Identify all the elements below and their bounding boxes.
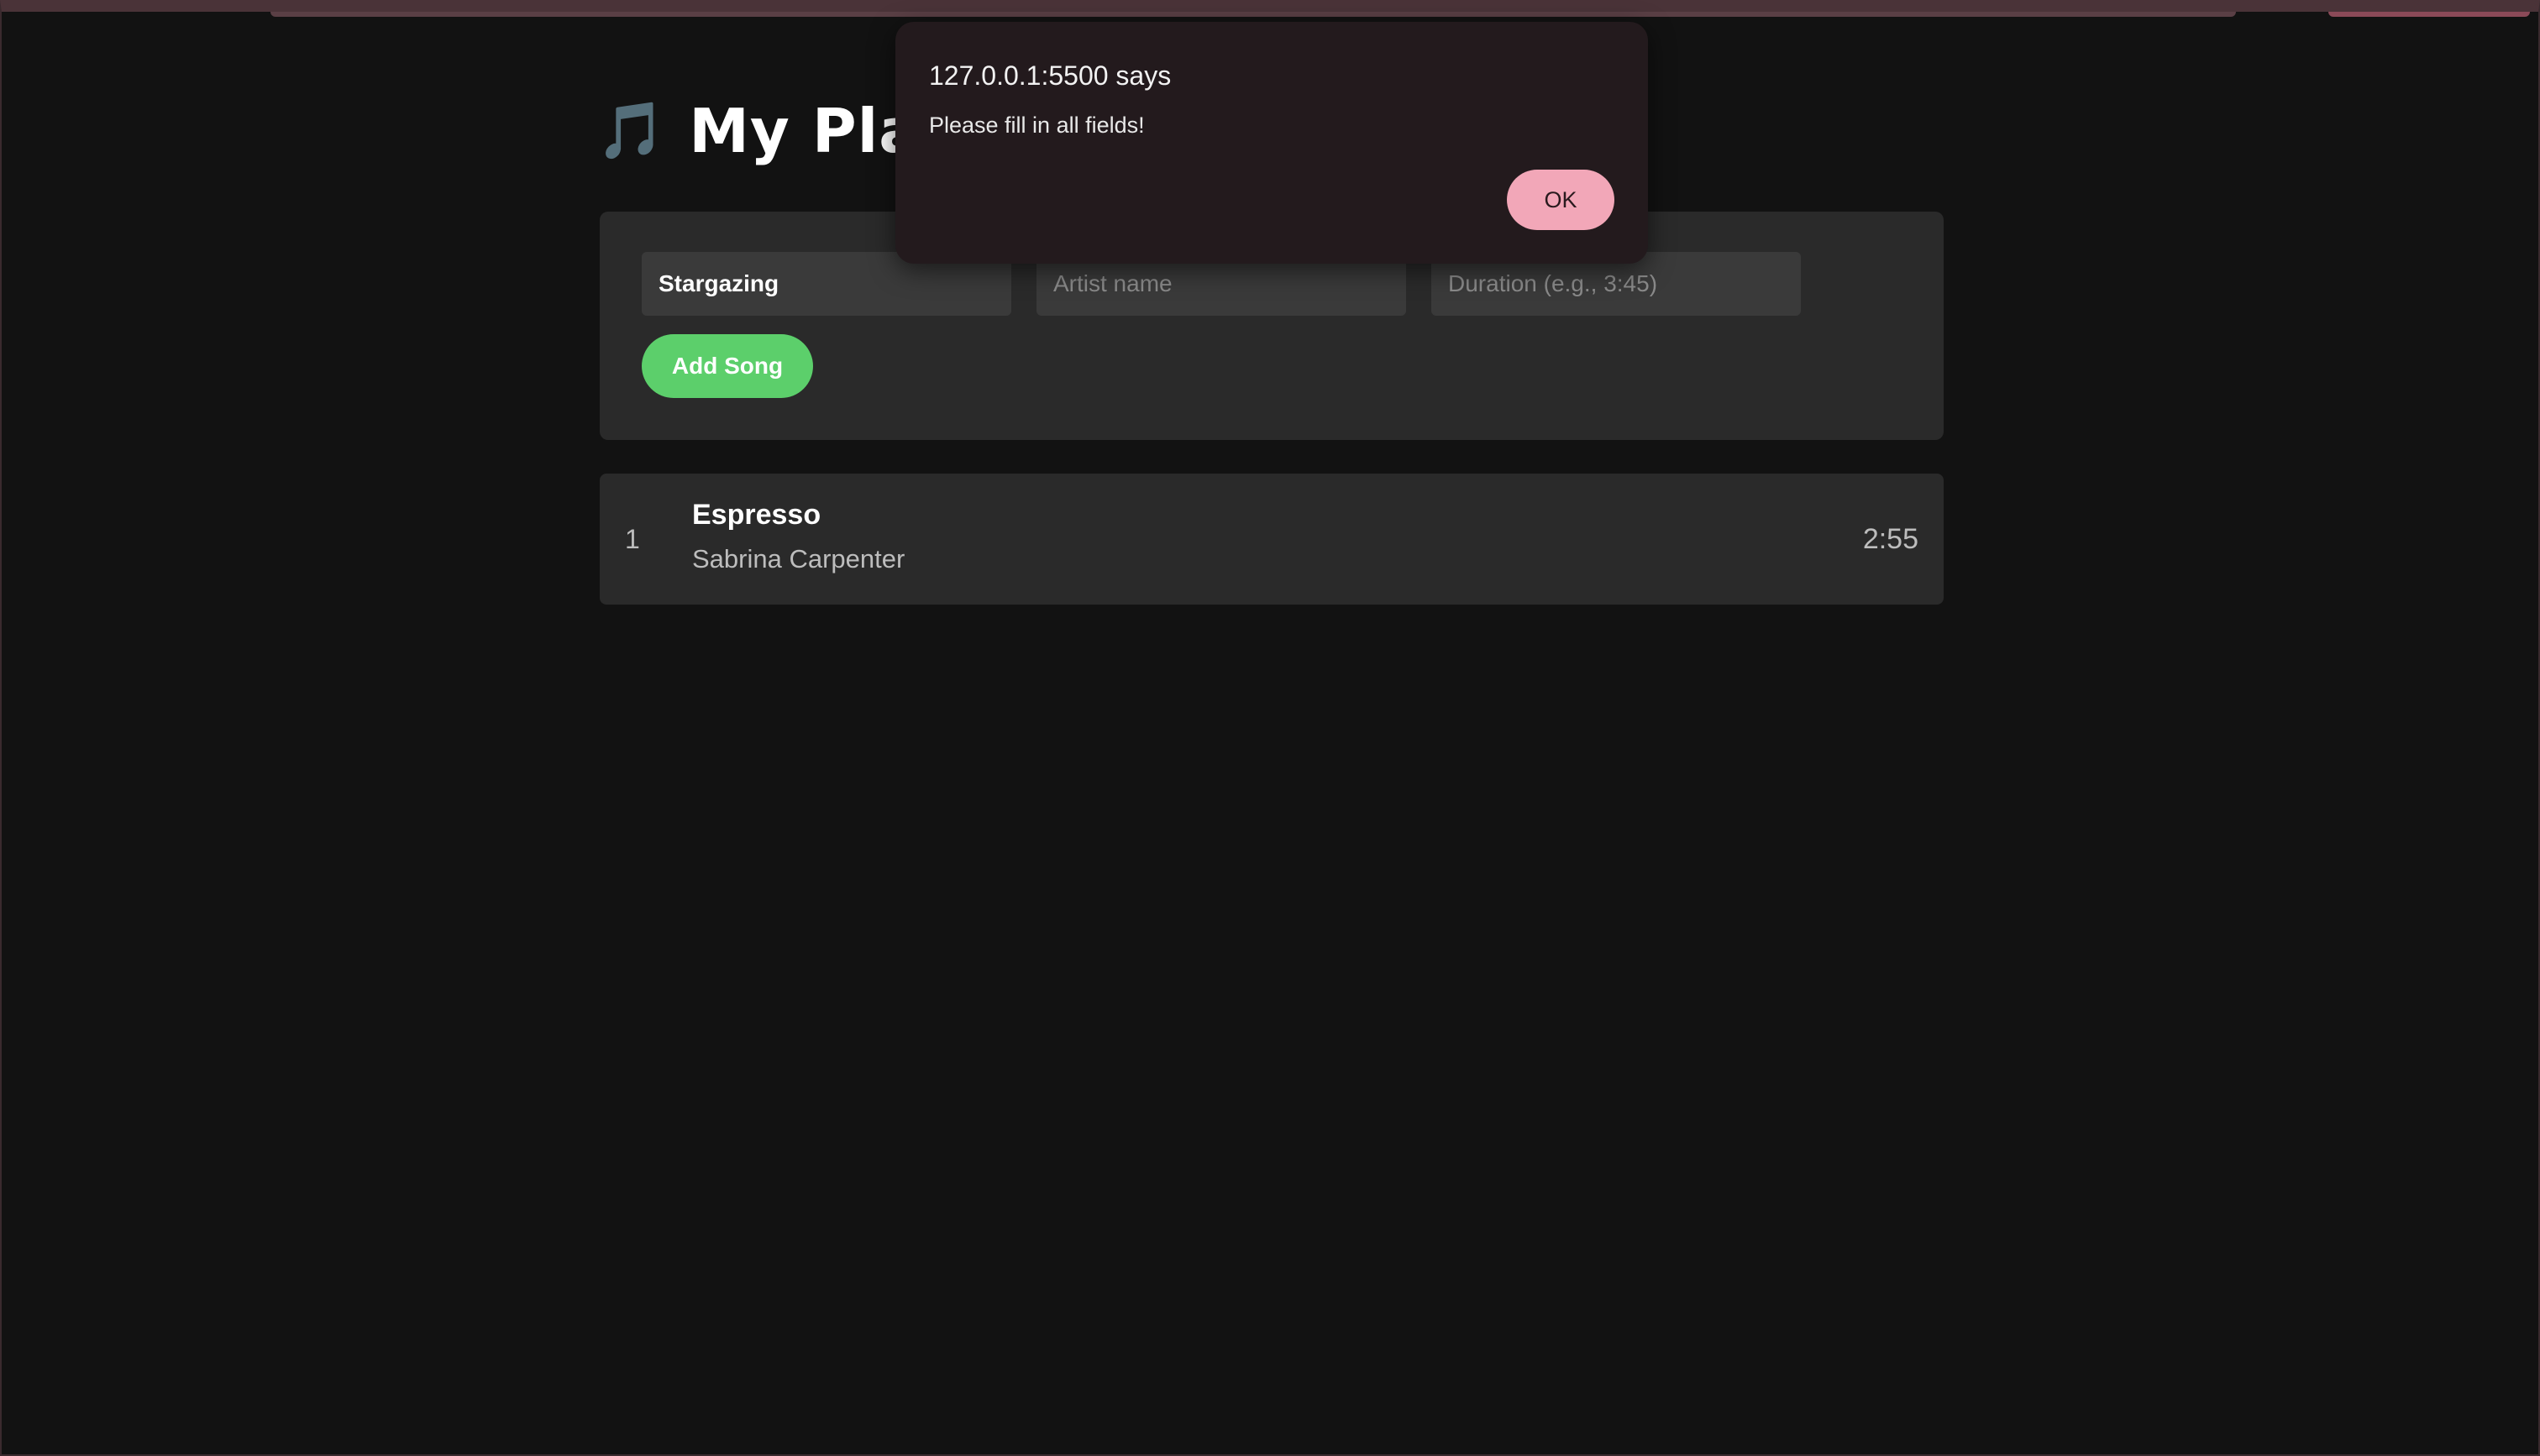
add-song-button[interactable]: Add Song (642, 334, 813, 398)
song-index: 1 (625, 523, 640, 554)
browser-top-bar (270, 12, 2236, 17)
alert-dialog: 127.0.0.1:5500 says Please fill in all f… (895, 22, 1648, 264)
song-title: Espresso (692, 499, 821, 531)
alert-ok-button[interactable]: OK (1507, 170, 1614, 230)
playlist-song-row[interactable]: 1 Espresso Sabrina Carpenter 2:55 (600, 474, 1944, 605)
song-artist: Sabrina Carpenter (692, 544, 905, 573)
browser-top-bar-accent (2328, 12, 2530, 17)
alert-title: 127.0.0.1:5500 says (929, 60, 1172, 91)
song-duration: 2:55 (1862, 522, 1918, 555)
browser-window: 🎵 My Playl Add Song 1 Espresso Sabrina C… (0, 0, 2540, 1456)
music-note-icon: 🎵 (596, 98, 666, 163)
alert-message: Please fill in all fields! (929, 113, 1145, 138)
